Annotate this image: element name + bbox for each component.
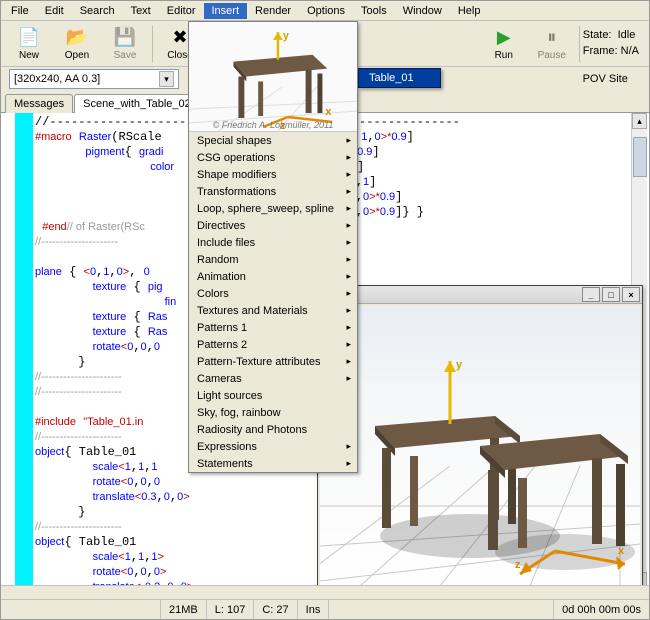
- menu-tools[interactable]: Tools: [353, 3, 395, 19]
- submenu-arrow-icon: ▸: [346, 441, 351, 452]
- status-col: C: 27: [254, 600, 297, 619]
- frame-value: N/A: [621, 45, 639, 57]
- svg-text:z: z: [515, 559, 521, 571]
- dropdown-item-7[interactable]: Random▸: [189, 251, 357, 268]
- menu-help[interactable]: Help: [450, 3, 489, 19]
- folder-open-icon: 📂: [66, 27, 88, 49]
- svg-text:x: x: [618, 545, 625, 557]
- submenu-arrow-icon: ▸: [346, 186, 351, 197]
- pause-icon: ⏸: [541, 27, 563, 49]
- scroll-up-icon[interactable]: ▴: [632, 113, 647, 129]
- run-button[interactable]: ▶Run: [480, 22, 528, 66]
- run-icon: ▶: [493, 27, 515, 49]
- state-value: Idle: [618, 29, 636, 41]
- dropdown-item-14[interactable]: Cameras▸: [189, 370, 357, 387]
- menu-edit[interactable]: Edit: [37, 3, 72, 19]
- menu-options[interactable]: Options: [299, 3, 353, 19]
- open-button[interactable]: 📂Open: [53, 22, 101, 66]
- chevron-down-icon: ▾: [159, 71, 174, 87]
- menu-insert[interactable]: Insert: [204, 3, 248, 19]
- dropdown-item-11[interactable]: Patterns 1▸: [189, 319, 357, 336]
- submenu-arrow-icon: ▸: [346, 220, 351, 231]
- statusbar: 21MB L: 107 C: 27 Ins 0d 00h 00m 00s: [1, 599, 649, 619]
- menu-render[interactable]: Render: [247, 3, 299, 19]
- dropdown-item-19[interactable]: Statements▸: [189, 455, 357, 472]
- dropdown-item-8[interactable]: Animation▸: [189, 268, 357, 285]
- dropdown-item-5[interactable]: Directives▸: [189, 217, 357, 234]
- tab-messages[interactable]: Messages: [5, 94, 73, 113]
- render-viewport: x z y: [320, 306, 640, 585]
- dropdown-item-15[interactable]: Light sources: [189, 387, 357, 404]
- save-button[interactable]: 💾Save: [101, 22, 149, 66]
- submenu-arrow-icon: ▸: [346, 322, 351, 333]
- new-button[interactable]: 📄New: [5, 22, 53, 66]
- dropdown-item-1[interactable]: CSG operations▸: [189, 149, 357, 166]
- dropdown-item-3[interactable]: Transformations▸: [189, 183, 357, 200]
- close-render-button[interactable]: ×: [622, 287, 640, 302]
- pov-site-link[interactable]: POV Site: [583, 73, 628, 85]
- status-line: L: 107: [207, 600, 255, 619]
- dropdown-credit: © Friedrich A. Lohmüller, 2011: [189, 120, 357, 130]
- menu-file[interactable]: File: [3, 3, 37, 19]
- submenu-arrow-icon: ▸: [346, 339, 351, 350]
- submenu-arrow-icon: ▸: [346, 254, 351, 265]
- save-icon: 💾: [114, 27, 136, 49]
- resolution-value: [320x240, AA 0.3]: [14, 73, 100, 85]
- dropdown-item-6[interactable]: Include files▸: [189, 234, 357, 251]
- dropdown-item-13[interactable]: Pattern-Texture attributes▸: [189, 353, 357, 370]
- dropdown-item-10[interactable]: Textures and Materials▸: [189, 302, 357, 319]
- dropdown-item-0[interactable]: Special shapes▸: [189, 132, 357, 149]
- dropdown-item-16[interactable]: Sky, fog, rainbow: [189, 404, 357, 421]
- tooltip: Table_01: [358, 68, 441, 88]
- pause-button[interactable]: ⏸Pause: [528, 22, 576, 66]
- render-titlebar[interactable]: 14,239 _ □ ×: [318, 286, 642, 304]
- dropdown-item-9[interactable]: Colors▸: [189, 285, 357, 302]
- submenu-arrow-icon: ▸: [346, 458, 351, 469]
- menubar: File Edit Search Text Editor Insert Rend…: [1, 1, 649, 21]
- submenu-arrow-icon: ▸: [346, 169, 351, 180]
- minimize-button[interactable]: _: [582, 287, 600, 302]
- dropdown-item-17[interactable]: Radiosity and Photons: [189, 421, 357, 438]
- menu-editor[interactable]: Editor: [159, 3, 204, 19]
- submenu-arrow-icon: ▸: [346, 373, 351, 384]
- status-panel: State: Idle Frame: N/A: [583, 28, 645, 59]
- menu-text[interactable]: Text: [123, 3, 159, 19]
- maximize-button[interactable]: □: [602, 287, 620, 302]
- svg-text:y: y: [283, 30, 289, 42]
- new-file-icon: 📄: [18, 27, 40, 49]
- dropdown-item-12[interactable]: Patterns 2▸: [189, 336, 357, 353]
- resolution-combo[interactable]: [320x240, AA 0.3] ▾: [9, 69, 179, 89]
- render-title-text: 14,239: [320, 289, 580, 301]
- submenu-arrow-icon: ▸: [346, 203, 351, 214]
- status-ins: Ins: [298, 600, 330, 619]
- dropdown-item-2[interactable]: Shape modifiers▸: [189, 166, 357, 183]
- status-memory: 21MB: [161, 600, 207, 619]
- dropdown-preview: y x z © Friedrich A. Lohmüller, 2011: [189, 22, 357, 132]
- svg-text:x: x: [325, 106, 331, 118]
- svg-text:y: y: [456, 359, 463, 371]
- render-window[interactable]: 14,239 _ □ ×: [317, 285, 643, 585]
- insert-menu-dropdown[interactable]: y x z © Friedrich A. Lohmüller, 2011 Spe…: [188, 21, 358, 473]
- dropdown-item-4[interactable]: Loop, sphere_sweep, spline▸: [189, 200, 357, 217]
- dropdown-item-18[interactable]: Expressions▸: [189, 438, 357, 455]
- status-time: 0d 00h 00m 00s: [554, 600, 649, 619]
- menu-window[interactable]: Window: [395, 3, 450, 19]
- submenu-arrow-icon: ▸: [346, 135, 351, 146]
- submenu-arrow-icon: ▸: [346, 305, 351, 316]
- submenu-arrow-icon: ▸: [346, 152, 351, 163]
- submenu-arrow-icon: ▸: [346, 237, 351, 248]
- submenu-arrow-icon: ▸: [346, 356, 351, 367]
- submenu-arrow-icon: ▸: [346, 288, 351, 299]
- submenu-arrow-icon: ▸: [346, 271, 351, 282]
- scroll-thumb[interactable]: [633, 137, 647, 177]
- menu-search[interactable]: Search: [72, 3, 123, 19]
